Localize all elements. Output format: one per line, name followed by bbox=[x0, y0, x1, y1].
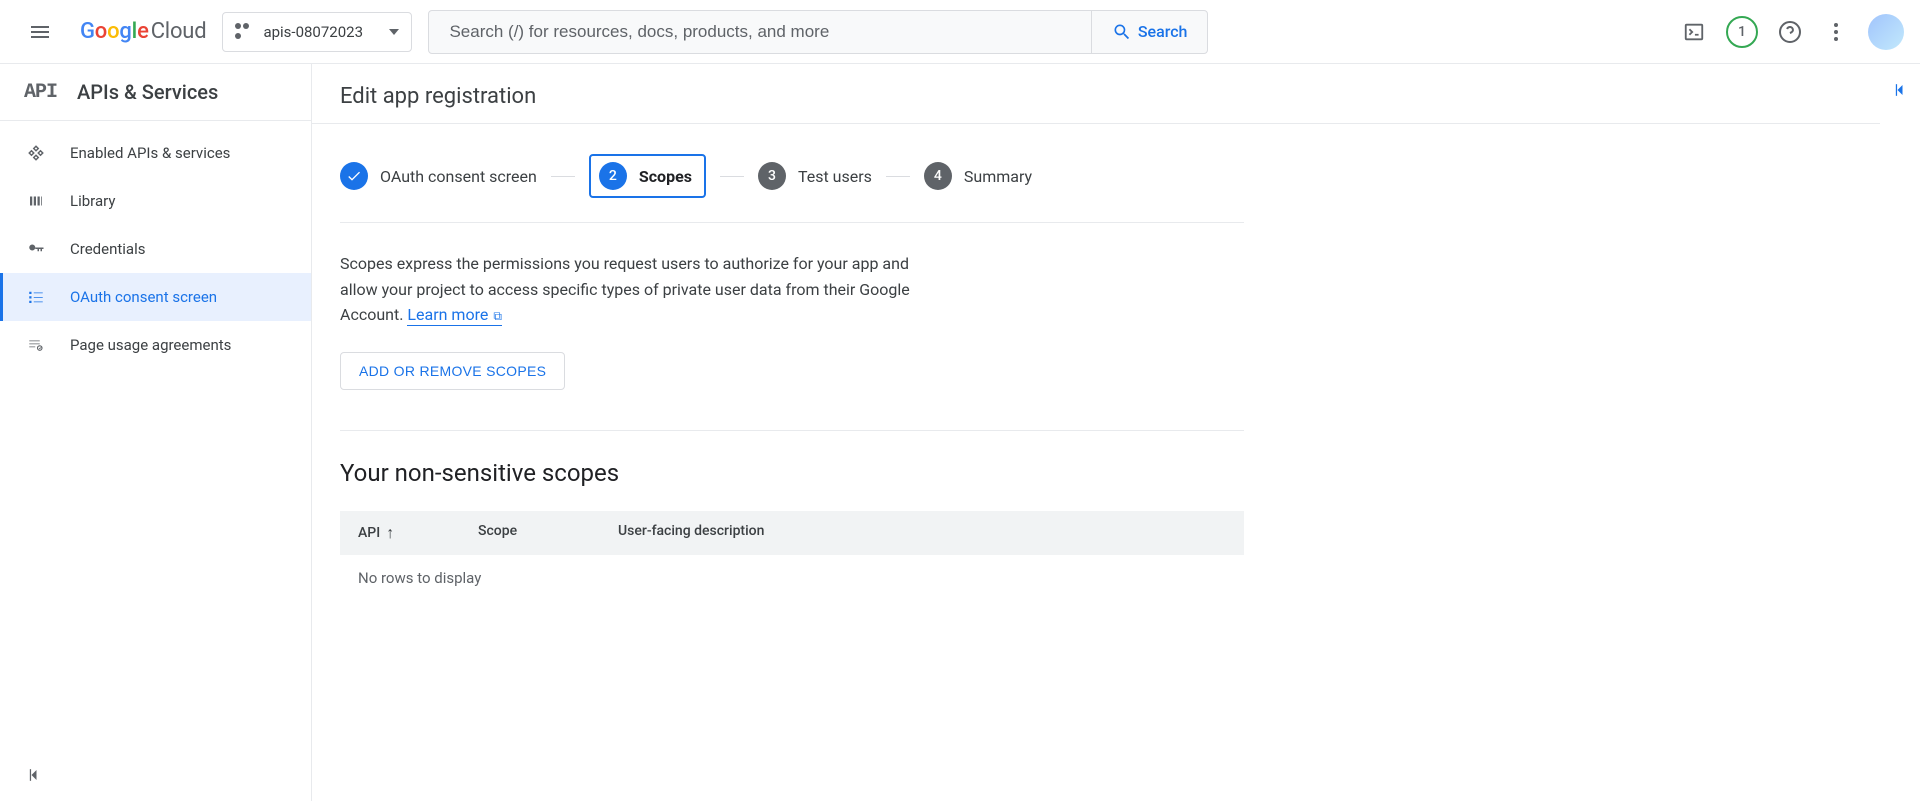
step-scopes[interactable]: 2 Scopes bbox=[589, 154, 706, 198]
external-link-icon: ⧉ bbox=[490, 309, 502, 323]
sidebar-title: APIs & Services bbox=[77, 80, 218, 104]
chevron-down-icon bbox=[389, 29, 399, 35]
step-label: Summary bbox=[964, 167, 1032, 186]
sidebar-item-enabled-apis[interactable]: Enabled APIs & services bbox=[0, 129, 311, 177]
non-sensitive-scopes-heading: Your non-sensitive scopes bbox=[340, 459, 1244, 487]
step-oauth-consent[interactable]: OAuth consent screen bbox=[340, 162, 537, 190]
sidebar-header[interactable]: API APIs & Services bbox=[0, 64, 311, 121]
collapse-sidebar-button[interactable] bbox=[24, 765, 44, 789]
step-label: Scopes bbox=[639, 167, 692, 186]
step-test-users[interactable]: 3 Test users bbox=[758, 162, 872, 190]
cloud-shell-button[interactable] bbox=[1680, 18, 1708, 46]
stepper: OAuth consent screen 2 Scopes 3 Test use… bbox=[340, 124, 1244, 223]
sidebar-item-oauth-consent[interactable]: OAuth consent screen bbox=[0, 273, 311, 321]
diamond-icon bbox=[24, 141, 48, 165]
step-connector bbox=[720, 176, 744, 177]
key-icon bbox=[24, 237, 48, 261]
header: Google Cloud apis-08072023 Search 1 bbox=[0, 0, 1920, 64]
chevron-left-icon bbox=[24, 765, 44, 785]
right-panel-toggle[interactable] bbox=[1880, 64, 1920, 801]
sidebar-item-label: Credentials bbox=[70, 240, 145, 258]
agreement-icon bbox=[24, 333, 48, 357]
sidebar: API APIs & Services Enabled APIs & servi… bbox=[0, 64, 312, 801]
page-title: Edit app registration bbox=[340, 84, 536, 109]
step-summary[interactable]: 4 Summary bbox=[924, 162, 1032, 190]
check-icon bbox=[340, 162, 368, 190]
consent-icon bbox=[24, 285, 48, 309]
hamburger-menu-button[interactable] bbox=[16, 8, 64, 56]
sidebar-item-page-usage[interactable]: Page usage agreements bbox=[0, 321, 311, 369]
column-api[interactable]: API ↑ bbox=[358, 523, 478, 543]
help-icon bbox=[1778, 20, 1802, 44]
sidebar-item-label: Page usage agreements bbox=[70, 336, 231, 354]
notifications-badge[interactable]: 1 bbox=[1726, 16, 1758, 48]
help-button[interactable] bbox=[1776, 18, 1804, 46]
hamburger-icon bbox=[28, 20, 52, 44]
scopes-description: Scopes express the permissions you reque… bbox=[340, 251, 940, 328]
sidebar-item-credentials[interactable]: Credentials bbox=[0, 225, 311, 273]
scopes-table: API ↑ Scope User-facing description No r… bbox=[340, 511, 1244, 601]
terminal-icon bbox=[1683, 21, 1705, 43]
sidebar-item-label: Library bbox=[70, 192, 115, 210]
library-icon bbox=[24, 189, 48, 213]
column-scope[interactable]: Scope bbox=[478, 523, 618, 543]
step-label: OAuth consent screen bbox=[380, 167, 537, 186]
sidebar-item-library[interactable]: Library bbox=[0, 177, 311, 225]
account-avatar[interactable] bbox=[1868, 14, 1904, 50]
sidebar-item-label: OAuth consent screen bbox=[70, 288, 217, 306]
google-cloud-logo[interactable]: Google Cloud bbox=[80, 19, 206, 44]
step-number: 2 bbox=[599, 162, 627, 190]
step-number: 4 bbox=[924, 162, 952, 190]
search-button[interactable]: Search bbox=[1091, 11, 1208, 53]
step-connector bbox=[551, 176, 575, 177]
header-actions: 1 bbox=[1680, 14, 1904, 50]
step-connector bbox=[886, 176, 910, 177]
step-number: 3 bbox=[758, 162, 786, 190]
project-picker[interactable]: apis-08072023 bbox=[222, 12, 412, 52]
api-logo-icon: API bbox=[24, 81, 57, 104]
step-label: Test users bbox=[798, 167, 872, 186]
learn-more-link[interactable]: Learn more ⧉ bbox=[407, 305, 502, 326]
sidebar-item-label: Enabled APIs & services bbox=[70, 144, 230, 162]
sort-arrow-up-icon: ↑ bbox=[386, 523, 394, 543]
kebab-icon bbox=[1834, 23, 1838, 41]
project-name: apis-08072023 bbox=[263, 23, 363, 41]
column-description[interactable]: User-facing description bbox=[618, 523, 1226, 543]
search-icon bbox=[1112, 22, 1132, 42]
search-box: Search bbox=[428, 10, 1208, 54]
add-remove-scopes-button[interactable]: ADD OR REMOVE SCOPES bbox=[340, 352, 565, 390]
chevron-left-icon bbox=[1890, 80, 1910, 100]
table-empty-row: No rows to display bbox=[340, 555, 1244, 601]
more-options-button[interactable] bbox=[1822, 18, 1850, 46]
search-input[interactable] bbox=[429, 22, 1090, 42]
project-icon bbox=[235, 23, 253, 41]
